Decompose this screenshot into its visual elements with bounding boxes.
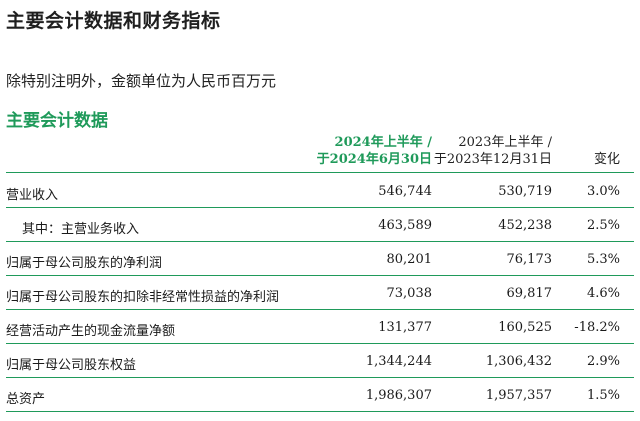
row-label: 营业收入 (6, 188, 59, 203)
row-value-current: 546,744 (378, 184, 432, 199)
column-header-previous-line1: 2023年上半年 / (458, 135, 552, 150)
table-row: 归属于母公司股东的净利润 80,201 76,173 5.3% (0, 242, 640, 276)
row-label: 经营活动产生的现金流量净额 (6, 324, 176, 339)
row-value-previous: 69,817 (506, 286, 553, 301)
row-label: 归属于母公司股东的净利润 (6, 256, 163, 271)
column-header-change: 变化 (593, 152, 620, 167)
column-header-current: 2024年上半年 / 于2024年6月30日 (317, 134, 432, 168)
row-value-previous: 1,957,357 (485, 388, 552, 403)
column-header-current-line2: 于2024年6月30日 (316, 152, 432, 167)
table-row: 归属于母公司股东权益 1,344,244 1,306,432 2.9% (0, 344, 640, 378)
row-value-change: -18.2% (574, 320, 620, 335)
table-row: 归属于母公司股东的扣除非经常性损益的净利润 73,038 69,817 4.6% (0, 276, 640, 310)
row-value-current: 80,201 (386, 252, 433, 267)
row-value-current: 73,038 (386, 286, 433, 301)
row-value-change: 2.9% (586, 354, 620, 369)
row-value-change: 3.0% (586, 184, 620, 199)
row-value-previous: 1,306,432 (485, 354, 552, 369)
row-label: 总资产 (6, 392, 46, 407)
row-value-current: 1,986,307 (365, 388, 432, 403)
row-value-change: 1.5% (586, 388, 620, 403)
table-row: 总资产 1,986,307 1,957,357 1.5% (0, 378, 640, 412)
row-divider (6, 411, 634, 412)
page-title: 主要会计数据和财务指标 (6, 10, 221, 32)
row-value-current: 131,377 (378, 320, 432, 335)
unit-note: 除特别注明外，金额单位为人民币百万元 (6, 72, 277, 90)
section-title: 主要会计数据 (6, 111, 108, 131)
row-value-change: 4.6% (586, 286, 620, 301)
header-divider (6, 172, 634, 173)
table-row: 营业收入 546,744 530,719 3.0% (0, 174, 640, 208)
column-header-previous-line2: 于2023年12月31日 (433, 152, 552, 167)
row-value-previous: 530,719 (498, 184, 552, 199)
row-label: 归属于母公司股东权益 (6, 358, 137, 373)
table-row: 经营活动产生的现金流量净额 131,377 160,525 -18.2% (0, 310, 640, 344)
row-value-previous: 76,173 (506, 252, 553, 267)
row-value-current: 463,589 (378, 218, 432, 233)
row-value-current: 1,344,244 (365, 354, 432, 369)
row-value-change: 5.3% (586, 252, 620, 267)
column-header-current-line1: 2024年上半年 / (334, 135, 432, 150)
row-value-previous: 452,238 (498, 218, 552, 233)
table-row: 其中：主营业务收入 463,589 452,238 2.5% (0, 208, 640, 242)
row-value-change: 2.5% (586, 218, 620, 233)
column-header-previous: 2023年上半年 / 于2023年12月31日 (434, 134, 552, 168)
row-value-previous: 160,525 (498, 320, 552, 335)
row-label: 归属于母公司股东的扣除非经常性损益的净利润 (6, 290, 280, 305)
row-label: 其中：主营业务收入 (22, 222, 140, 237)
